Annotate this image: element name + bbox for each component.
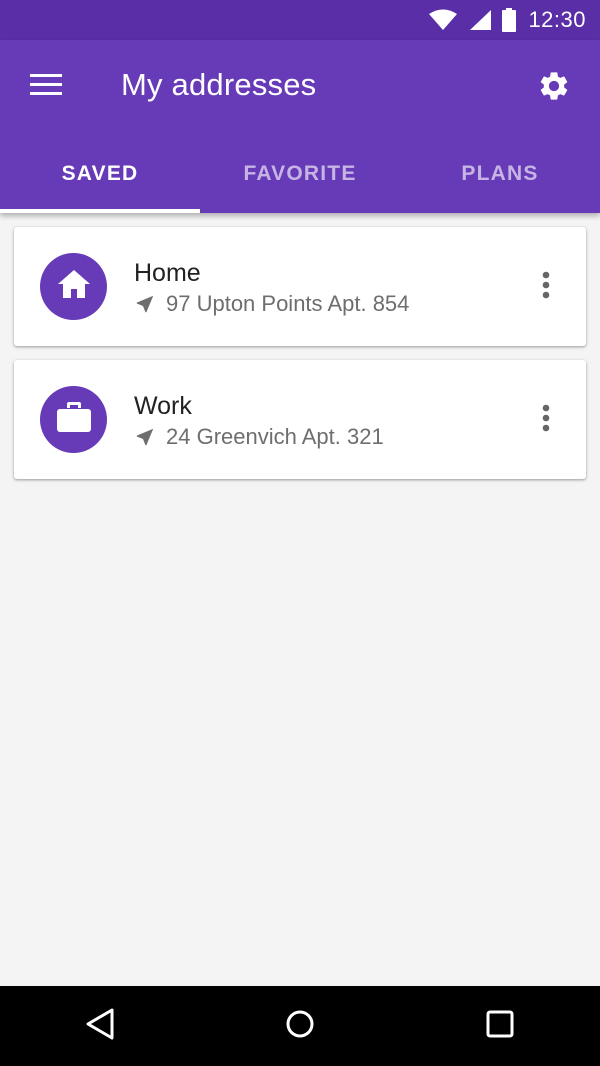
address-line: 24 Greenvich Apt. 321 [134, 424, 384, 450]
menu-button[interactable] [22, 66, 70, 108]
address-line: 97 Upton Points Apt. 854 [134, 291, 409, 317]
home-circle-icon [285, 1009, 315, 1044]
back-icon [84, 1007, 116, 1046]
more-vert-icon [542, 404, 550, 437]
status-bar: 12:30 [0, 0, 600, 40]
gear-icon [537, 69, 571, 108]
address-card-home[interactable]: Home 97 Upton Points Apt. 854 [14, 227, 586, 346]
home-button[interactable] [260, 986, 340, 1066]
recents-button[interactable] [460, 986, 540, 1066]
wifi-icon [428, 9, 458, 31]
navigation-arrow-icon [134, 426, 156, 448]
more-vert-icon [542, 271, 550, 304]
back-button[interactable] [60, 986, 140, 1066]
address-text: 24 Greenvich Apt. 321 [166, 424, 384, 449]
avatar [40, 253, 107, 320]
address-text: 97 Upton Points Apt. 854 [166, 291, 410, 316]
tab-bar: SAVED FAVORITE PLANS [0, 134, 600, 213]
recents-icon [486, 1010, 514, 1043]
signal-icon [468, 9, 492, 31]
home-icon [57, 270, 90, 303]
status-time: 12:30 [528, 7, 586, 32]
tab-favorite[interactable]: FAVORITE [200, 134, 400, 213]
address-card-work[interactable]: Work 24 Greenvich Apt. 321 [14, 360, 586, 479]
avatar [40, 386, 107, 453]
battery-icon [502, 8, 517, 32]
system-nav-bar [0, 986, 600, 1066]
active-tab-indicator [0, 209, 200, 213]
more-options-button[interactable] [528, 267, 564, 307]
toolbar: My addresses [0, 40, 600, 134]
hamburger-menu-icon [30, 73, 62, 101]
app-bar: My addresses SAVED FAVORITE PLANS [0, 40, 600, 213]
page-title: My addresses [121, 67, 317, 102]
briefcase-icon [56, 402, 91, 437]
more-options-button[interactable] [528, 400, 564, 440]
navigation-arrow-icon [134, 293, 156, 315]
tab-saved[interactable]: SAVED [0, 134, 200, 213]
address-title: Work [134, 392, 192, 420]
address-title: Home [134, 259, 201, 287]
tab-plans[interactable]: PLANS [400, 134, 600, 213]
settings-button[interactable] [530, 64, 578, 112]
